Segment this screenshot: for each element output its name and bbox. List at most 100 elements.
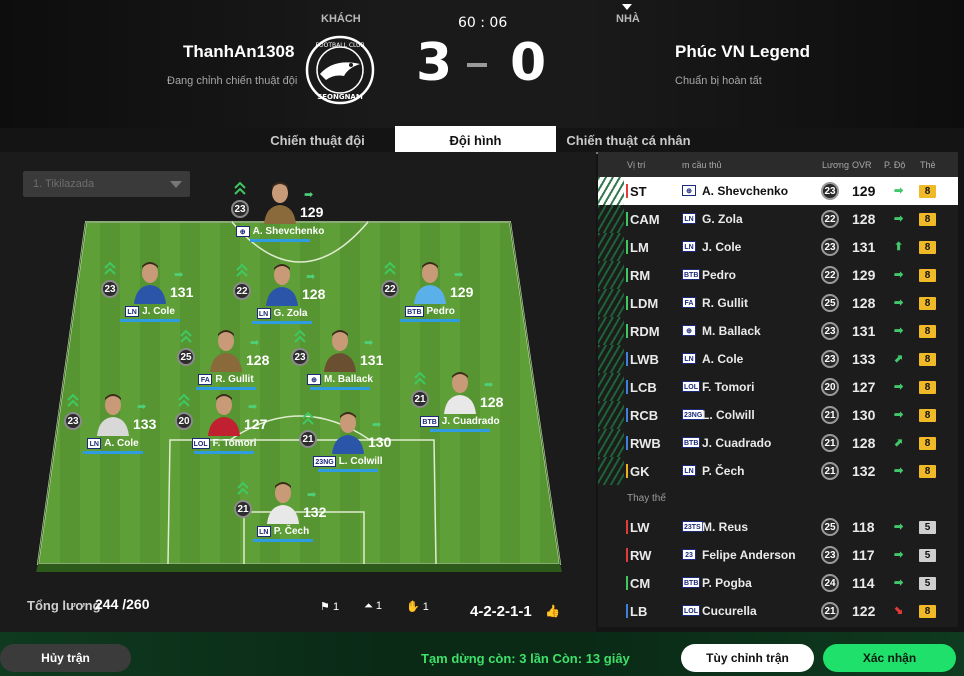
- starter-row[interactable]: LWB LN A. Cole 23 133 ⬈ 8: [598, 345, 958, 373]
- position-color-bar: [626, 380, 628, 394]
- row-form-arrow-icon: ➡: [894, 213, 904, 225]
- sub-row[interactable]: LW 23TS M. Reus 25 118 ➡ 5: [598, 513, 958, 541]
- row-player-name: Pedro: [702, 268, 737, 282]
- player-name-row: BTB Pedro: [380, 306, 480, 317]
- row-card-badge: 8: [919, 185, 936, 198]
- starter-row[interactable]: RM BTB Pedro 22 129 ➡ 8: [598, 261, 958, 289]
- flag-icon: ⚑: [320, 601, 330, 613]
- starter-row[interactable]: RDM ⊕ M. Ballack 23 131 ➡ 8: [598, 317, 958, 345]
- home-score: 0: [510, 33, 547, 93]
- row-ovr: 131: [852, 323, 876, 339]
- list-header: Vị trí m cầu thủ Lương OVR P. Độ Thẻ: [598, 152, 958, 178]
- row-position: RCB: [630, 408, 659, 423]
- starter-row[interactable]: CAM LN G. Zola 22 128 ➡ 8: [598, 205, 958, 233]
- row-form-arrow-icon: ➡: [894, 297, 904, 309]
- away-label: KHÁCH: [321, 13, 361, 25]
- row-level-badge: 25: [821, 294, 839, 312]
- pitch-player[interactable]: 21 ➡ 132 LN P. Čech: [233, 478, 333, 568]
- lineup-list: Vị trí m cầu thủ Lương OVR P. Độ Thẻ ST ⊕…: [598, 152, 958, 627]
- row-form-arrow-icon: ➡: [894, 325, 904, 337]
- away-score: 3: [416, 33, 453, 93]
- position-color-bar: [626, 352, 628, 366]
- sub-row[interactable]: CM BTB P. Pogba 24 114 ➡ 5: [598, 569, 958, 597]
- player-portrait: [324, 330, 356, 372]
- row-position: RM: [630, 268, 651, 283]
- sub-row[interactable]: LB LOL Cucurella 21 122 ⬊ 8: [598, 597, 958, 625]
- row-form-arrow-icon: ➡: [894, 521, 904, 533]
- player-stamina-bar: [310, 387, 370, 390]
- pitch-player[interactable]: 21 ➡ 128 BTB J. Cuadrado: [410, 368, 510, 458]
- row-stripe: [598, 261, 624, 289]
- pitch-player[interactable]: 23 ➡ 129 ⊕ A. Shevchenko: [230, 178, 330, 268]
- row-season-tag: FA: [682, 297, 696, 308]
- starter-row[interactable]: RCB 23NG L. Colwill 21 130 ➡ 8: [598, 401, 958, 429]
- player-level-badge: 21: [234, 500, 252, 518]
- tab-lineup[interactable]: Đội hình: [395, 126, 556, 154]
- tab-individual-tactics[interactable]: Chiến thuật cá nhân: [560, 126, 697, 154]
- player-portrait: [97, 394, 129, 436]
- pitch-player[interactable]: 23 ➡ 131 ⊕ M. Ballack: [290, 326, 390, 416]
- position-color-bar: [626, 436, 628, 450]
- home-team-name: Phúc VN Legend: [675, 42, 811, 61]
- row-form-arrow-icon: ⬊: [894, 605, 904, 617]
- row-ovr: 128: [852, 435, 876, 451]
- row-ovr: 118: [852, 519, 875, 535]
- upgrade-chevron-icon: [180, 329, 192, 343]
- form-arrow-icon: ➡: [454, 269, 464, 281]
- row-stripe: [598, 345, 624, 373]
- row-ovr: 114: [852, 575, 875, 591]
- row-player-name: G. Zola: [702, 212, 743, 226]
- sub-row[interactable]: RW 23 Felipe Anderson 23 117 ➡ 5: [598, 541, 958, 569]
- form-arrow-icon: ➡: [484, 379, 494, 391]
- starter-row[interactable]: RWB BTB J. Cuadrado 21 128 ⬈ 8: [598, 429, 958, 457]
- custom-match-button[interactable]: Tùy chỉnh trận: [681, 644, 814, 672]
- form-arrow-icon: ➡: [137, 401, 147, 413]
- formation-dropdown[interactable]: 1. Tikilazada: [23, 171, 190, 197]
- tab-team-tactics[interactable]: Chiến thuật đội: [240, 126, 395, 154]
- player-stamina-bar: [400, 319, 460, 322]
- player-ovr: 128: [302, 286, 326, 302]
- season-tag: FA: [198, 374, 213, 385]
- pitch-player[interactable]: 22 ➡ 129 BTB Pedro: [380, 258, 480, 348]
- confirm-button[interactable]: Xác nhận: [823, 644, 956, 672]
- upgrade-chevron-icon: [236, 263, 248, 277]
- formation-dropdown-value: 1. Tikilazada: [33, 178, 95, 190]
- thumbs-up-icon[interactable]: 👍: [545, 604, 560, 618]
- player-ovr: 132: [303, 504, 327, 520]
- starter-row[interactable]: LM LN J. Cole 23 131 ⬆ 8: [598, 233, 958, 261]
- row-player-name: A. Shevchenko: [702, 184, 789, 198]
- upgrade-chevron-icon: [104, 261, 116, 275]
- cancel-match-button[interactable]: Hủy trận: [0, 644, 131, 672]
- season-tag: BTB: [405, 306, 424, 317]
- pause-status: Tạm dừng còn: 3 lần Còn: 13 giây: [421, 651, 630, 666]
- row-level-badge: 25: [821, 518, 839, 536]
- row-position: CM: [630, 576, 651, 591]
- starter-row[interactable]: LDM FA R. Gullit 25 128 ➡ 8: [598, 289, 958, 317]
- row-season-tag: ⊕: [682, 325, 696, 336]
- player-portrait: [264, 182, 296, 224]
- row-card-badge: 8: [919, 437, 936, 450]
- player-ovr: 127: [244, 416, 268, 432]
- position-color-bar: [626, 296, 628, 310]
- pitch-player[interactable]: 20 ➡ 127 LOL F. Tomori: [174, 390, 274, 480]
- season-tag: ⊕: [307, 374, 322, 385]
- position-color-bar: [626, 324, 628, 338]
- player-level-badge: 22: [233, 282, 251, 300]
- upgrade-chevron-icon: [67, 393, 79, 407]
- row-season-tag: BTB: [682, 577, 701, 588]
- starter-row[interactable]: ST ⊕ A. Shevchenko 23 129 ➡ 8: [598, 177, 958, 205]
- row-position: GK: [630, 464, 650, 479]
- row-card-badge: 5: [919, 577, 936, 590]
- row-ovr: 128: [852, 295, 876, 311]
- player-name-row: 23NG L. Colwill: [298, 456, 398, 467]
- season-tag: LN: [256, 526, 271, 537]
- row-player-name: M. Ballack: [702, 324, 761, 338]
- row-season-tag: LN: [682, 241, 696, 252]
- row-level-badge: 22: [821, 266, 839, 284]
- player-stamina-bar: [120, 319, 180, 322]
- starter-row[interactable]: LCB LOL F. Tomori 20 127 ➡ 8: [598, 373, 958, 401]
- season-tag: LN: [256, 308, 271, 319]
- player-stamina-bar: [430, 429, 490, 432]
- starter-row[interactable]: GK LN P. Čech 21 132 ➡ 8: [598, 457, 958, 485]
- pitch-player[interactable]: 23 ➡ 133 LN A. Cole: [63, 390, 163, 480]
